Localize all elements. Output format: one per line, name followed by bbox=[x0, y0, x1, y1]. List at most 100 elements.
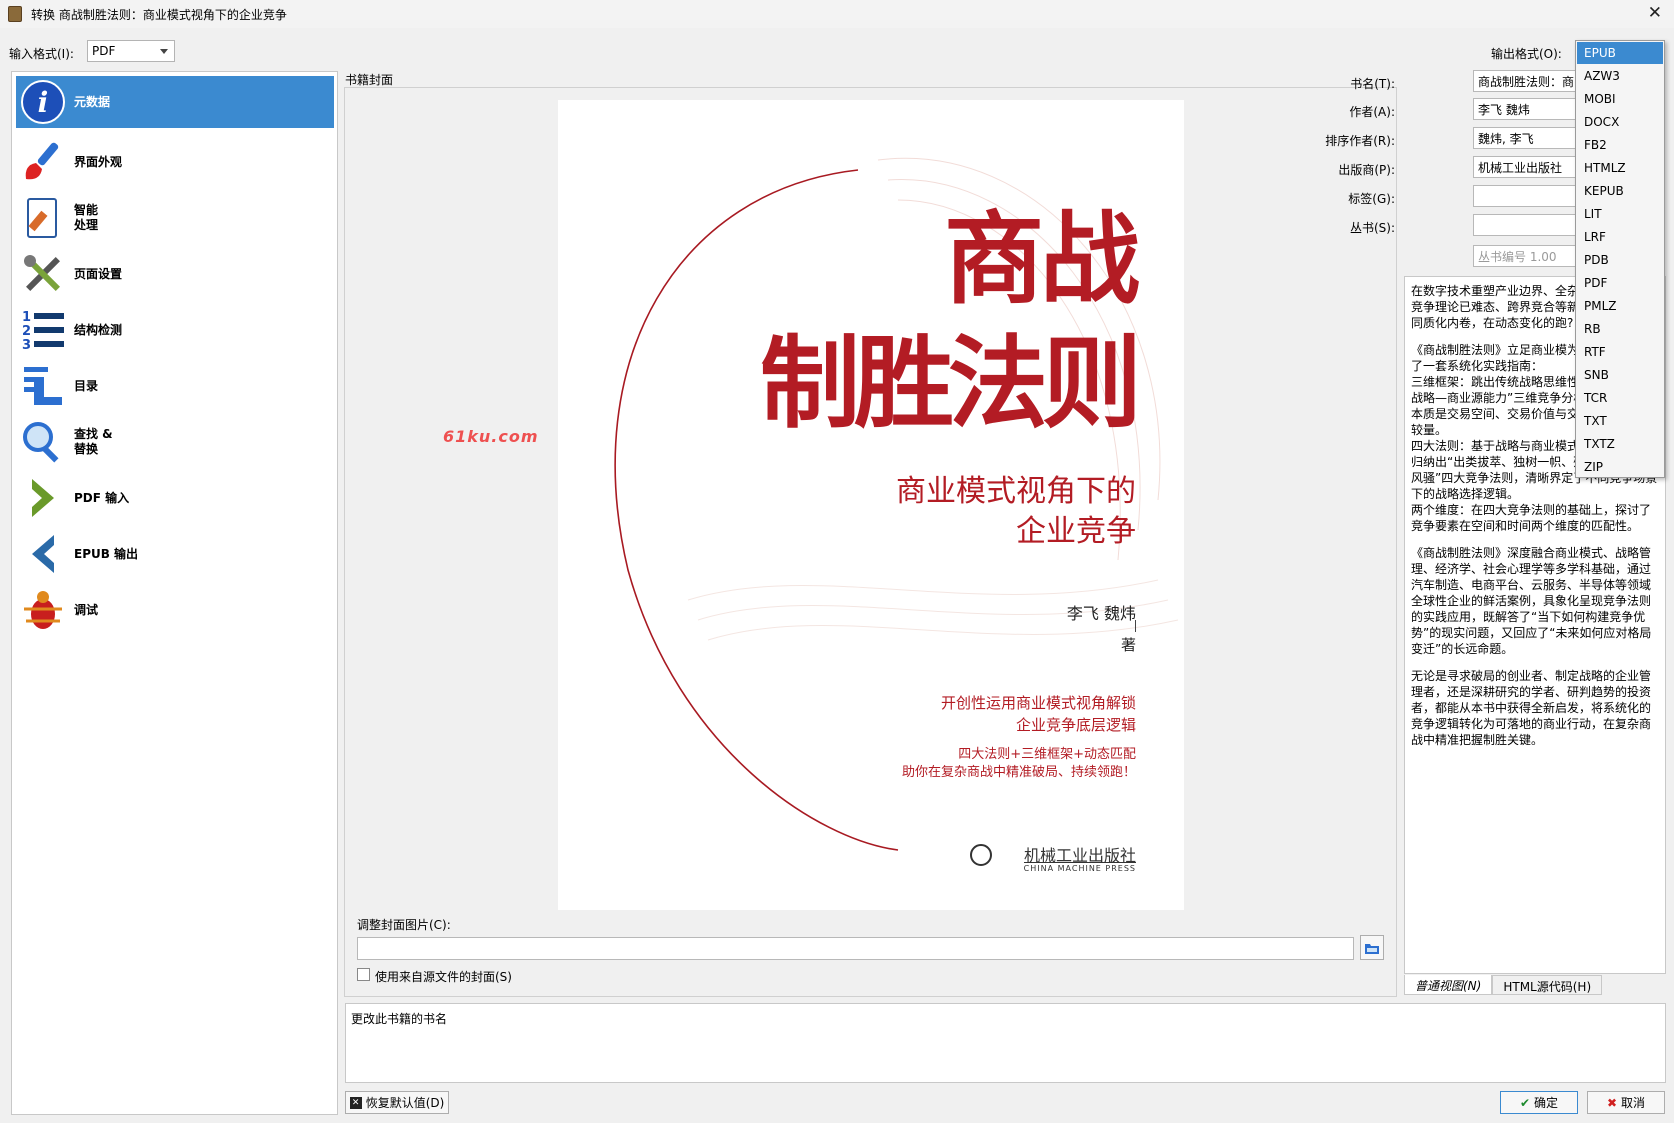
sidebar-item-heuristics[interactable]: 智能 处理 bbox=[16, 192, 334, 244]
sidebar-item-metadata[interactable]: i 元数据 bbox=[16, 76, 334, 128]
numbered-list-icon: 123 bbox=[18, 305, 68, 355]
use-source-cover-label: 使用来自源文件的封面(S) bbox=[375, 970, 512, 984]
format-option-azw3[interactable]: AZW3 bbox=[1577, 65, 1663, 87]
restore-defaults-button[interactable]: ✕ 恢复默认值(D) bbox=[345, 1091, 449, 1114]
format-option-htmlz[interactable]: HTMLZ bbox=[1577, 157, 1663, 179]
cover-group-label: 书籍封面 bbox=[345, 73, 394, 87]
magnifier-icon bbox=[18, 417, 68, 467]
cover-subtitle-line2: 企业竞争 bbox=[1016, 514, 1136, 549]
sidebar-item-label: 结构检测 bbox=[74, 322, 123, 337]
cover-tagline2-line2: 助你在复杂商战中精准破局、持续领跑！ bbox=[901, 765, 1136, 780]
sidebar-item-label: 查找 & 替换 bbox=[74, 427, 113, 456]
svg-text:2: 2 bbox=[22, 324, 31, 339]
svg-text:i: i bbox=[38, 86, 49, 119]
cover-tagline1-line1: 开创性运用商业模式视角解锁 bbox=[940, 694, 1136, 712]
book-cover-image[interactable]: 商战 制胜法则 商业模式视角下的 企业竞争 李飞 魏炜 著 开创性运用商业模式视… bbox=[558, 100, 1184, 910]
sidebar-item-search-replace[interactable]: 查找 & 替换 bbox=[16, 416, 334, 468]
cover-title-line2: 制胜法则 bbox=[760, 324, 1142, 442]
sidebar-item-label: 目录 bbox=[74, 378, 99, 393]
series-index-input[interactable]: 丛书编号 1.00 bbox=[1473, 245, 1577, 267]
sidebar-item-debug[interactable]: 调试 bbox=[16, 584, 334, 636]
cover-tagline2: 四大法则+三维框架+动态匹配 助你在复杂商战中精准破局、持续领跑！ bbox=[902, 746, 1136, 782]
format-option-txt[interactable]: TXT bbox=[1577, 410, 1663, 432]
sidebar-item-label: EPUB 输出 bbox=[74, 546, 139, 561]
input-format-value: PDF bbox=[92, 44, 116, 58]
ok-button[interactable]: ✔ 确定 bbox=[1500, 1091, 1578, 1114]
format-option-rb[interactable]: RB bbox=[1577, 318, 1663, 340]
format-option-zip[interactable]: ZIP bbox=[1577, 456, 1663, 478]
cover-authors: 李飞 魏炜 bbox=[1066, 604, 1136, 623]
cover-publisher: 机械工业出版社 bbox=[1023, 846, 1136, 865]
cover-tagline1-line2: 企业竞争底层逻辑 bbox=[1015, 716, 1136, 734]
window-title: 转换 商战制胜法则：商业模式视角下的企业竞争 bbox=[31, 7, 287, 22]
input-format-label: 输入格式(I): bbox=[9, 47, 74, 61]
arrow-left-icon bbox=[18, 529, 68, 579]
use-source-cover-checkbox[interactable] bbox=[357, 968, 370, 981]
author-sort-label: 排序作者(R): bbox=[1325, 134, 1395, 148]
svg-text:1: 1 bbox=[22, 310, 31, 325]
browse-cover-button[interactable] bbox=[1360, 935, 1384, 960]
cancel-label: 取消 bbox=[1621, 1096, 1646, 1110]
format-option-pdf[interactable]: PDF bbox=[1577, 272, 1663, 294]
output-format-label: 输出格式(O): bbox=[1491, 47, 1562, 61]
comments-view-tabs: 普通视图(N) HTML源代码(H) bbox=[1404, 975, 1603, 995]
format-option-pdb[interactable]: PDB bbox=[1577, 249, 1663, 271]
cover-subtitle-line1: 商业模式视角下的 bbox=[896, 474, 1136, 509]
bug-icon bbox=[18, 585, 68, 635]
sidebar-item-epub-output[interactable]: EPUB 输出 bbox=[16, 528, 334, 580]
title-bar: 转换 商战制胜法则：商业模式视角下的企业竞争 ✕ bbox=[0, 0, 1674, 28]
sidebar-item-look-feel[interactable]: 界面外观 bbox=[16, 136, 334, 188]
sidebar-item-label: 智能 处理 bbox=[74, 203, 99, 232]
format-option-lrf[interactable]: LRF bbox=[1577, 226, 1663, 248]
tab-normal-view[interactable]: 普通视图(N) bbox=[1404, 975, 1493, 995]
cover-divider bbox=[1135, 620, 1136, 632]
publisher-logo-icon bbox=[970, 844, 992, 866]
cover-tagline1: 开创性运用商业模式视角解锁 企业竞争底层逻辑 bbox=[941, 692, 1136, 736]
toc-icon bbox=[18, 361, 68, 411]
publisher-input[interactable]: 机械工业出版社 bbox=[1473, 156, 1577, 178]
sidebar-item-page-setup[interactable]: 页面设置 bbox=[16, 248, 334, 300]
tags-input[interactable] bbox=[1473, 185, 1577, 207]
sidebar-item-label: 调试 bbox=[74, 602, 99, 617]
format-option-mobi[interactable]: MOBI bbox=[1577, 88, 1663, 110]
format-option-kepub[interactable]: KEPUB bbox=[1577, 180, 1663, 202]
sidebar-item-structure-detection[interactable]: 123 结构检测 bbox=[16, 304, 334, 356]
format-option-snb[interactable]: SNB bbox=[1577, 364, 1663, 386]
title-label: 书名(T): bbox=[1350, 77, 1395, 91]
restore-defaults-label: 恢复默认值(D) bbox=[365, 1096, 445, 1110]
format-option-lit[interactable]: LIT bbox=[1577, 203, 1663, 225]
format-option-rtf[interactable]: RTF bbox=[1577, 341, 1663, 363]
input-format-select[interactable]: PDF bbox=[87, 40, 175, 62]
tab-html-source[interactable]: HTML源代码(H) bbox=[1492, 975, 1603, 995]
author-input[interactable]: 李飞 魏炜 bbox=[1473, 98, 1577, 120]
cover-tagline2-line1: 四大法则+三维框架+动态匹配 bbox=[958, 747, 1136, 762]
restore-icon: ✕ bbox=[349, 1096, 362, 1109]
sidebar-item-label: 界面外观 bbox=[74, 154, 123, 169]
cover-author-role: 著 bbox=[1120, 636, 1136, 654]
tools-icon bbox=[18, 249, 68, 299]
resize-cover-label: 调整封面图片(C): bbox=[357, 918, 451, 932]
help-text-box: 更改此书籍的书名 bbox=[345, 1003, 1666, 1083]
sidebar-item-label: PDF 输入 bbox=[74, 490, 130, 505]
cancel-button[interactable]: ✖ 取消 bbox=[1587, 1091, 1665, 1114]
sidebar-item-label: 元数据 bbox=[74, 94, 111, 109]
series-input[interactable] bbox=[1473, 214, 1577, 236]
sidebar-item-toc[interactable]: 目录 bbox=[16, 360, 334, 412]
output-format-dropdown[interactable]: EPUB AZW3 MOBI DOCX FB2 HTMLZ KEPUB LIT … bbox=[1575, 40, 1665, 478]
calibre-app-icon bbox=[8, 6, 22, 22]
format-option-fb2[interactable]: FB2 bbox=[1577, 134, 1663, 156]
format-option-docx[interactable]: DOCX bbox=[1577, 111, 1663, 133]
comments-paragraph: 《商战制胜法则》深度融合商业模式、战略管理、经济学、社会心理学等多学科基础，通过… bbox=[1411, 546, 1652, 656]
series-label: 丛书(S): bbox=[1349, 221, 1395, 235]
format-option-epub[interactable]: EPUB bbox=[1577, 42, 1663, 64]
format-option-txtz[interactable]: TXTZ bbox=[1577, 433, 1663, 455]
tags-label: 标签(G): bbox=[1348, 192, 1395, 206]
format-option-pmlz[interactable]: PMLZ bbox=[1577, 295, 1663, 317]
format-option-tcr[interactable]: TCR bbox=[1577, 387, 1663, 409]
title-input[interactable]: 商战制胜法则：商 bbox=[1473, 70, 1577, 92]
close-icon[interactable]: ✕ bbox=[1648, 3, 1662, 23]
author-sort-input[interactable]: 魏炜, 李飞 bbox=[1473, 127, 1577, 149]
cover-title-line1: 商战 bbox=[944, 200, 1140, 318]
sidebar-item-pdf-input[interactable]: PDF 输入 bbox=[16, 472, 334, 524]
cover-path-input[interactable] bbox=[357, 937, 1354, 960]
